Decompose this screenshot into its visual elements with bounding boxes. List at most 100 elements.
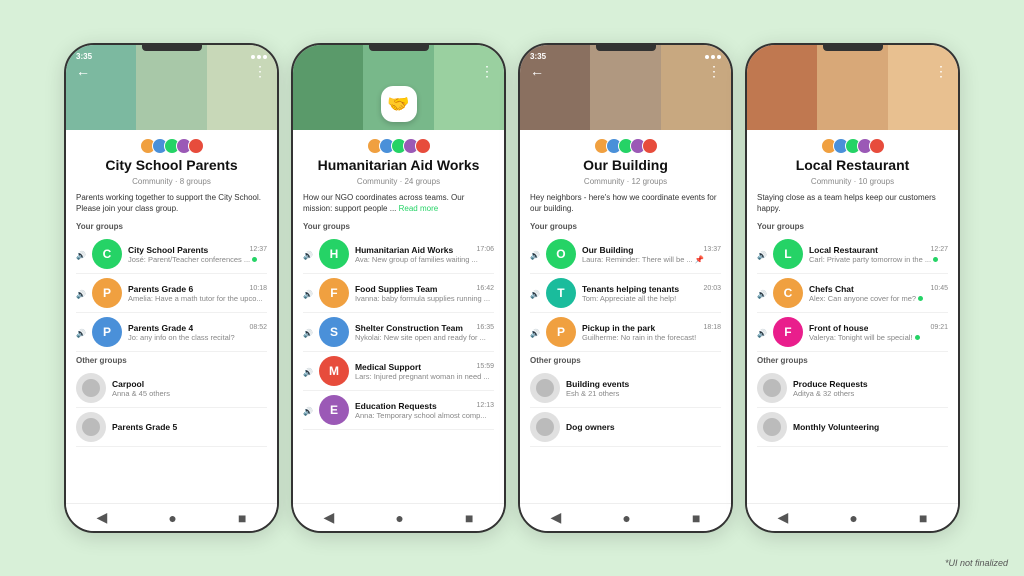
community-title: Our Building — [530, 157, 721, 173]
group-item[interactable]: 🔊TTenants helping tenants20:03Tom: Appre… — [530, 274, 721, 313]
group-avatar: P — [92, 278, 122, 308]
other-group-avatar — [530, 412, 560, 442]
nav-button[interactable]: ● — [622, 510, 630, 526]
other-group-avatar — [530, 373, 560, 403]
nav-button[interactable]: ■ — [692, 510, 700, 526]
nav-button[interactable]: ■ — [919, 510, 927, 526]
group-avatar: C — [92, 239, 122, 269]
other-group-info: Dog owners — [566, 422, 615, 432]
speaker-icon: 🔊 — [76, 245, 86, 263]
other-group-info: Parents Grade 5 — [112, 422, 177, 432]
community-title: City School Parents — [76, 157, 267, 173]
group-avatar: T — [546, 278, 576, 308]
other-group-item[interactable]: Parents Grade 5 — [76, 408, 267, 447]
group-info: Medical Support15:59Lars: Injured pregna… — [355, 362, 494, 381]
phone1-header-bg: 3:35 ←⋮ — [66, 45, 277, 130]
nav-button[interactable]: ■ — [465, 510, 473, 526]
group-time: 20:03 — [703, 285, 721, 292]
group-name: Front of house — [809, 323, 869, 333]
phone2-body: Humanitarian Aid WorksCommunity · 24 gro… — [293, 130, 504, 503]
speaker-icon: 🔊 — [530, 284, 540, 302]
nav-button[interactable]: ■ — [238, 510, 246, 526]
nav-button[interactable]: ◀ — [97, 509, 108, 526]
group-name-row: Parents Grade 408:52 — [128, 323, 267, 333]
group-info: City School Parents12:37José: Parent/Tea… — [128, 245, 267, 264]
other-avatar-icon — [536, 379, 554, 397]
group-item[interactable]: 🔊SShelter Construction Team16:35Nykolai:… — [303, 313, 494, 352]
other-groups-label: Other groups — [76, 356, 267, 365]
nav-button[interactable]: ● — [849, 510, 857, 526]
group-item[interactable]: 🔊EEducation Requests12:13Anna: Temporary… — [303, 391, 494, 430]
other-groups-label: Other groups — [530, 356, 721, 365]
group-last-message: Ivanna: baby formula supplies running ..… — [355, 294, 494, 303]
other-group-item[interactable]: Building eventsEsh & 21 others — [530, 369, 721, 408]
group-item[interactable]: 🔊 P Parents Grade 408:52Jo: any info on th… — [76, 313, 267, 352]
group-item[interactable]: 🔊HHumanitarian Aid Works17:06Ava: New gr… — [303, 235, 494, 274]
group-last-message: Tom: Appreciate all the help! — [582, 294, 721, 303]
group-info: Humanitarian Aid Works17:06Ava: New grou… — [355, 245, 494, 264]
nav-button[interactable]: ● — [168, 510, 176, 526]
group-item[interactable]: 🔊OOur Building13:37Laura: Reminder: Ther… — [530, 235, 721, 274]
group-last-message: Jo: any info on the class recital? — [128, 333, 267, 342]
group-name: Local Restaurant — [809, 245, 878, 255]
status-icons — [251, 55, 267, 59]
group-item[interactable]: 🔊PParents Grade 610:18Amelia: Have a mat… — [76, 274, 267, 313]
group-info: Food Supplies Team16:42Ivanna: baby form… — [355, 284, 494, 303]
group-name: Humanitarian Aid Works — [355, 245, 453, 255]
group-item[interactable]: 🔊FFood Supplies Team16:42Ivanna: baby fo… — [303, 274, 494, 313]
more-button[interactable]: ⋮ — [480, 63, 494, 80]
nav-button[interactable]: ◀ — [551, 509, 562, 526]
group-item[interactable]: 🔊LLocal Restaurant12:27Carl: Private par… — [757, 235, 948, 274]
group-name-row: Shelter Construction Team16:35 — [355, 323, 494, 333]
nav-button[interactable]: ◀ — [324, 509, 335, 526]
other-group-subtitle: Esh & 21 others — [566, 389, 629, 398]
community-description: Parents working together to support the … — [76, 192, 267, 214]
group-avatar: P — [92, 317, 122, 347]
group-time: 10:18 — [249, 285, 267, 292]
speaker-icon: 🔊 — [303, 245, 313, 263]
status-time: 3:35 — [530, 52, 546, 61]
group-info: Front of house09:21Valerya: Tonight will… — [809, 323, 948, 342]
group-info: Shelter Construction Team16:35Nykolai: N… — [355, 323, 494, 342]
other-group-info: Monthly Volunteering — [793, 422, 879, 432]
group-name: Food Supplies Team — [355, 284, 438, 294]
other-group-name: Building events — [566, 379, 629, 389]
speaker-icon: 🔊 — [530, 245, 540, 263]
watermark: *UI not finalized — [945, 558, 1008, 568]
group-item[interactable]: 🔊FFront of house09:21Valerya: Tonight wi… — [757, 313, 948, 352]
read-more-link[interactable]: Read more — [396, 204, 438, 213]
your-groups-label: Your groups — [303, 222, 494, 231]
more-button[interactable]: ⋮ — [934, 63, 948, 80]
group-item[interactable]: 🔊PPickup in the park18:18Guilherme: No r… — [530, 313, 721, 352]
group-name-row: Food Supplies Team16:42 — [355, 284, 494, 294]
back-button[interactable]: ← — [530, 63, 544, 79]
speaker-icon: 🔊 — [76, 323, 86, 341]
group-name: Medical Support — [355, 362, 421, 372]
more-button[interactable]: ⋮ — [253, 63, 267, 80]
other-group-item[interactable]: CarpoolAnna & 45 others — [76, 369, 267, 408]
other-group-info: Produce RequestsAditya & 32 others — [793, 379, 868, 398]
avatar — [869, 138, 885, 154]
member-avatars — [757, 138, 948, 154]
group-name-row: Parents Grade 610:18 — [128, 284, 267, 294]
other-group-item[interactable]: Monthly Volunteering — [757, 408, 948, 447]
heart-icon: 🤝 — [387, 94, 409, 115]
group-last-message: Carl: Private party tomorrow in the ... — [809, 255, 948, 264]
group-item[interactable]: 🔊MMedical Support15:59Lars: Injured preg… — [303, 352, 494, 391]
group-item[interactable]: 🔊 C City School Parents12:37José: Parent/T… — [76, 235, 267, 274]
community-description: Hey neighbors - here's how we coordinate… — [530, 192, 721, 214]
group-info: Local Restaurant12:27Carl: Private party… — [809, 245, 948, 264]
other-group-item[interactable]: Dog owners — [530, 408, 721, 447]
avatar — [188, 138, 204, 154]
other-group-item[interactable]: Produce RequestsAditya & 32 others — [757, 369, 948, 408]
other-avatar-icon — [82, 418, 100, 436]
group-item[interactable]: 🔊CChefs Chat10:45Alex: Can anyone cover … — [757, 274, 948, 313]
other-group-name: Dog owners — [566, 422, 615, 432]
other-avatar-icon — [536, 418, 554, 436]
group-name-row: Front of house09:21 — [809, 323, 948, 333]
more-button[interactable]: ⋮ — [707, 63, 721, 80]
back-button[interactable]: ← — [76, 63, 90, 79]
nav-button[interactable]: ● — [395, 510, 403, 526]
other-group-info: Building eventsEsh & 21 others — [566, 379, 629, 398]
nav-button[interactable]: ◀ — [778, 509, 789, 526]
